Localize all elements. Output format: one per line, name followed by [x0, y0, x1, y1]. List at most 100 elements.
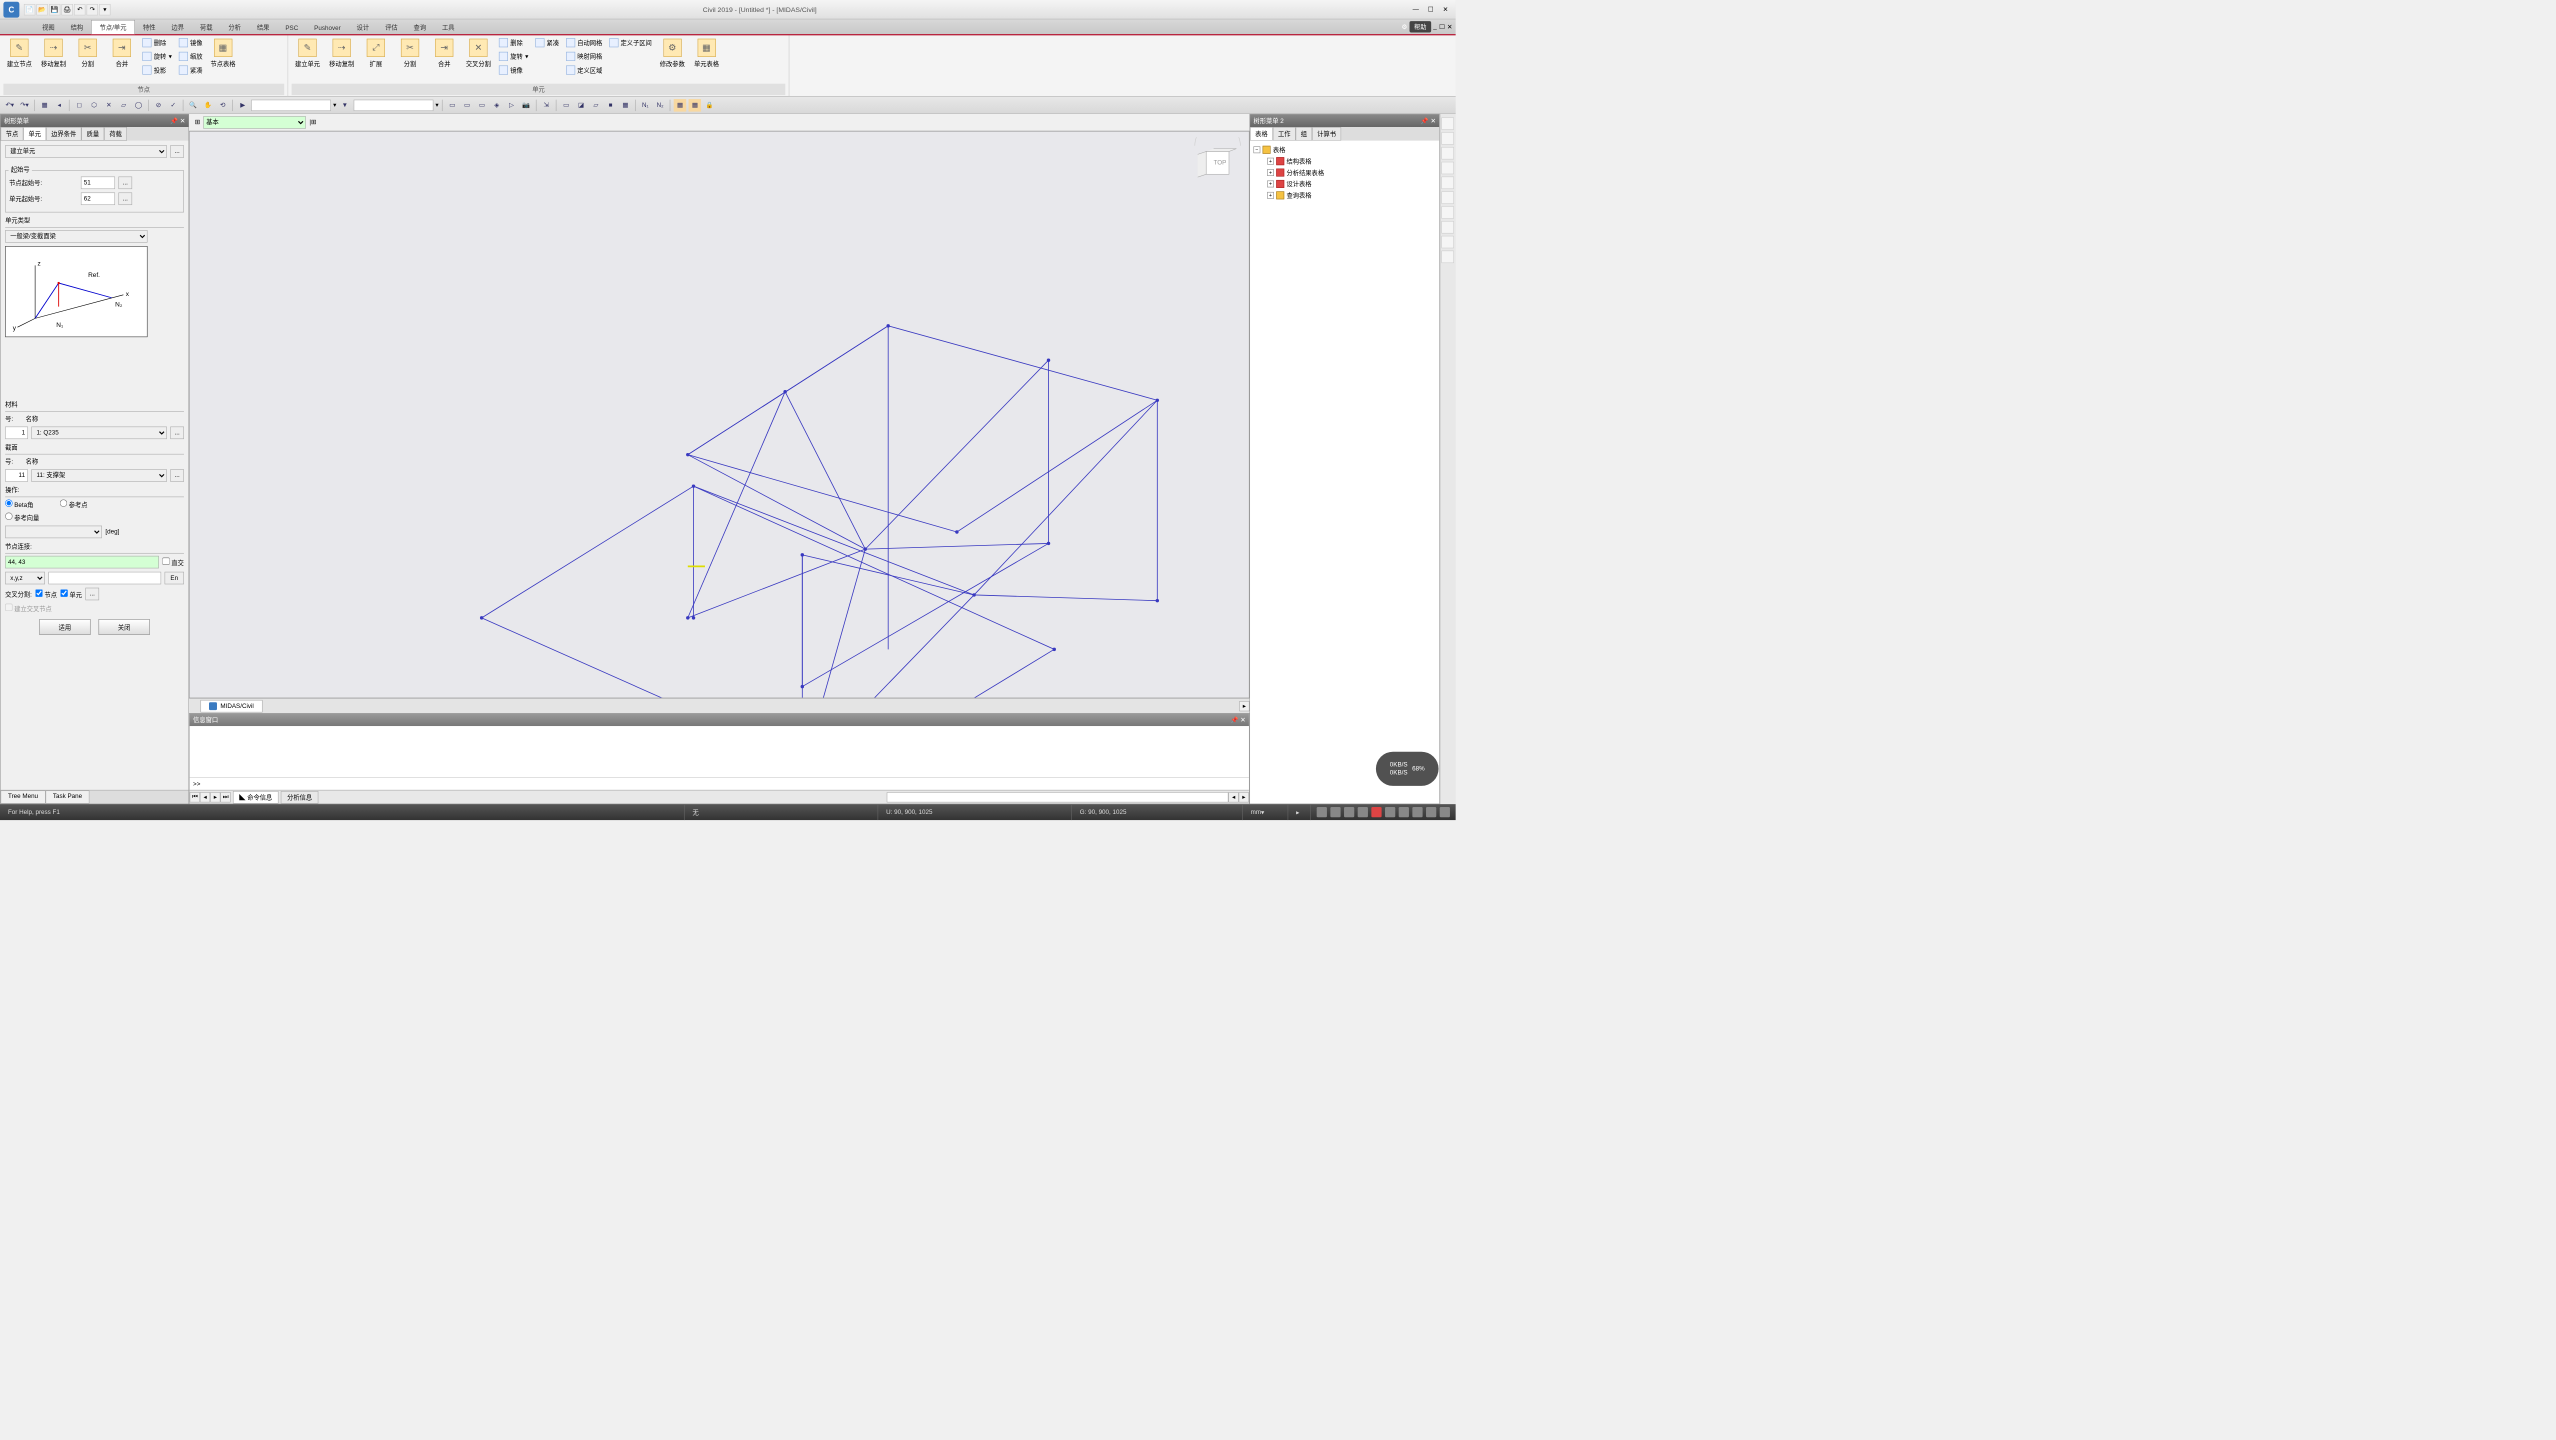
rotate-node-button[interactable]: 旋转 ▾	[140, 50, 174, 63]
material-name-select[interactable]: 1: Q235	[31, 427, 167, 440]
tree-item-analysis[interactable]: +分析结果表格	[1253, 167, 1435, 178]
display-option-icon[interactable]: ▦	[674, 99, 687, 112]
rtab-table[interactable]: 表格	[1250, 127, 1273, 141]
display-toggle-icon[interactable]: ▦	[689, 99, 702, 112]
viewport[interactable]: TOP	[189, 131, 1249, 698]
command-input[interactable]	[203, 780, 1246, 787]
perspective-icon[interactable]: ▱	[589, 99, 602, 112]
view-right-icon[interactable]: ▭	[461, 99, 474, 112]
chk-build-cross[interactable]: 建立交叉节点	[5, 604, 52, 614]
side-tool-1[interactable]	[1441, 117, 1454, 130]
compress-elem-button[interactable]: 紧凑	[533, 36, 561, 49]
sb-icon-10[interactable]	[1440, 807, 1450, 817]
elem-start-input[interactable]	[81, 192, 115, 205]
ptab-element[interactable]: 单元	[23, 127, 46, 141]
sb-icon-9[interactable]	[1426, 807, 1436, 817]
elem-type-select[interactable]: 一般梁/变截面梁	[5, 230, 147, 243]
expand-elem-button[interactable]: ⤢扩展	[360, 36, 392, 80]
rtab-calc[interactable]: 计算书	[1312, 127, 1341, 141]
modify-params-button[interactable]: ⚙修改参数	[656, 36, 688, 80]
sb-icon-4[interactable]	[1358, 807, 1368, 817]
section-no-input[interactable]	[5, 469, 28, 482]
delete-node-button[interactable]: 删除	[140, 36, 174, 49]
side-tool-7[interactable]	[1441, 206, 1454, 219]
sb-icon-6[interactable]	[1385, 807, 1395, 817]
cross-split-button[interactable]: ✕交叉分割	[462, 36, 494, 80]
info-next-icon[interactable]: ▸	[210, 792, 220, 802]
wire-icon[interactable]: ▦	[619, 99, 632, 112]
sb-icon-7[interactable]	[1399, 807, 1409, 817]
info-close-icon[interactable]: ✕	[1240, 717, 1245, 724]
close-button[interactable]: 关闭	[99, 619, 150, 635]
lock-icon[interactable]: 🔒	[703, 99, 716, 112]
tab-node-element[interactable]: 节点/单元	[91, 20, 135, 34]
pin-icon[interactable]: 📌	[170, 118, 178, 125]
cross-split-more-button[interactable]: ...	[85, 588, 99, 601]
view-iso-icon[interactable]: ◈	[490, 99, 503, 112]
compress-node-button[interactable]: 紧凑	[176, 64, 204, 77]
qat-open-icon[interactable]: 📂	[36, 4, 47, 15]
opt-refvec[interactable]: 参考向量	[5, 513, 39, 523]
select-circle-icon[interactable]: ◯	[132, 99, 145, 112]
elem-start-more-button[interactable]: ...	[118, 192, 132, 205]
qat-redo-icon[interactable]: ↷	[87, 4, 98, 15]
minimize-icon[interactable]: —	[1409, 4, 1423, 15]
layer-toggle-icon[interactable]: |⊞	[309, 118, 316, 125]
ptab-node[interactable]: 节点	[1, 127, 24, 141]
qat-undo-icon[interactable]: ↶	[74, 4, 85, 15]
hidden-icon[interactable]: ▭	[560, 99, 573, 112]
ribbon-min-icon[interactable]: _	[1433, 23, 1436, 30]
xyz-input[interactable]	[48, 572, 161, 585]
right-pin-icon[interactable]: 📌	[1421, 118, 1429, 125]
xyz-select[interactable]: x,y,z	[5, 572, 45, 585]
side-tool-3[interactable]	[1441, 147, 1454, 160]
define-subarea-button[interactable]: 定义子区间	[607, 36, 654, 49]
ribbon-close-icon[interactable]: ✕	[1447, 23, 1452, 30]
rotate-view-icon[interactable]: ⟲	[216, 99, 229, 112]
qat-print-icon[interactable]: 🖨	[62, 4, 73, 15]
side-tool-2[interactable]	[1441, 132, 1454, 145]
close-icon[interactable]: ✕	[1439, 4, 1453, 15]
qat-save-icon[interactable]: 💾	[49, 4, 60, 15]
vp-scroll-right-icon[interactable]: ▸	[1239, 701, 1249, 711]
gear-icon[interactable]: ⚙	[1401, 23, 1407, 30]
tab-structure[interactable]: 结构	[63, 21, 91, 35]
select-input-2[interactable]	[353, 99, 433, 110]
info-scroll-left-icon[interactable]: ◂	[1228, 792, 1238, 802]
tab-query[interactable]: 查询	[406, 21, 434, 35]
ptab-load[interactable]: 荷载	[104, 127, 127, 141]
sb-ime-icon[interactable]	[1371, 807, 1381, 817]
maximize-icon[interactable]: ☐	[1424, 4, 1438, 15]
tab-result[interactable]: 结果	[249, 21, 277, 35]
select-cross-icon[interactable]: ✕	[103, 99, 116, 112]
section-name-select[interactable]: 11: 支撑架	[31, 469, 167, 482]
sb-icon-3[interactable]	[1344, 807, 1354, 817]
select-poly-icon[interactable]: ⬡	[88, 99, 101, 112]
mirror-elem-button[interactable]: 镜像	[497, 64, 531, 77]
sb-icon-1[interactable]	[1317, 807, 1327, 817]
undo-icon[interactable]: ↶▾	[3, 99, 16, 112]
sb-icon-2[interactable]	[1330, 807, 1340, 817]
node-start-input[interactable]	[81, 177, 115, 190]
material-more-button[interactable]: ...	[170, 427, 184, 440]
select-all-icon[interactable]: ▦	[38, 99, 51, 112]
tree-item-design[interactable]: +设计表格	[1253, 178, 1435, 189]
rtab-work[interactable]: 工作	[1273, 127, 1296, 141]
viewport-tab[interactable]: MIDAS/Civil	[200, 700, 262, 713]
sb-icon-8[interactable]	[1412, 807, 1422, 817]
opt-refpoint[interactable]: 参考点	[60, 499, 88, 509]
left-panel-close-icon[interactable]: ✕	[180, 118, 185, 125]
shade-icon[interactable]: ◪	[575, 99, 588, 112]
filter-icon[interactable]: ▼	[339, 99, 352, 112]
shrink-icon[interactable]: ⇲	[540, 99, 553, 112]
tree-menu-tab[interactable]: Tree Menu	[1, 790, 46, 803]
split-elem-button[interactable]: ✂分割	[394, 36, 426, 80]
elem-number-icon[interactable]: N₂	[654, 99, 667, 112]
ptab-mass[interactable]: 质量	[81, 127, 104, 141]
info-tab-analysis[interactable]: 分析信息	[281, 791, 319, 804]
view-play-icon[interactable]: ▷	[505, 99, 518, 112]
status-scroll-icon[interactable]: ▸	[1288, 804, 1311, 820]
side-tool-10[interactable]	[1441, 251, 1454, 264]
tab-boundary[interactable]: 边界	[163, 21, 191, 35]
info-last-icon[interactable]: ⏭	[220, 792, 230, 802]
